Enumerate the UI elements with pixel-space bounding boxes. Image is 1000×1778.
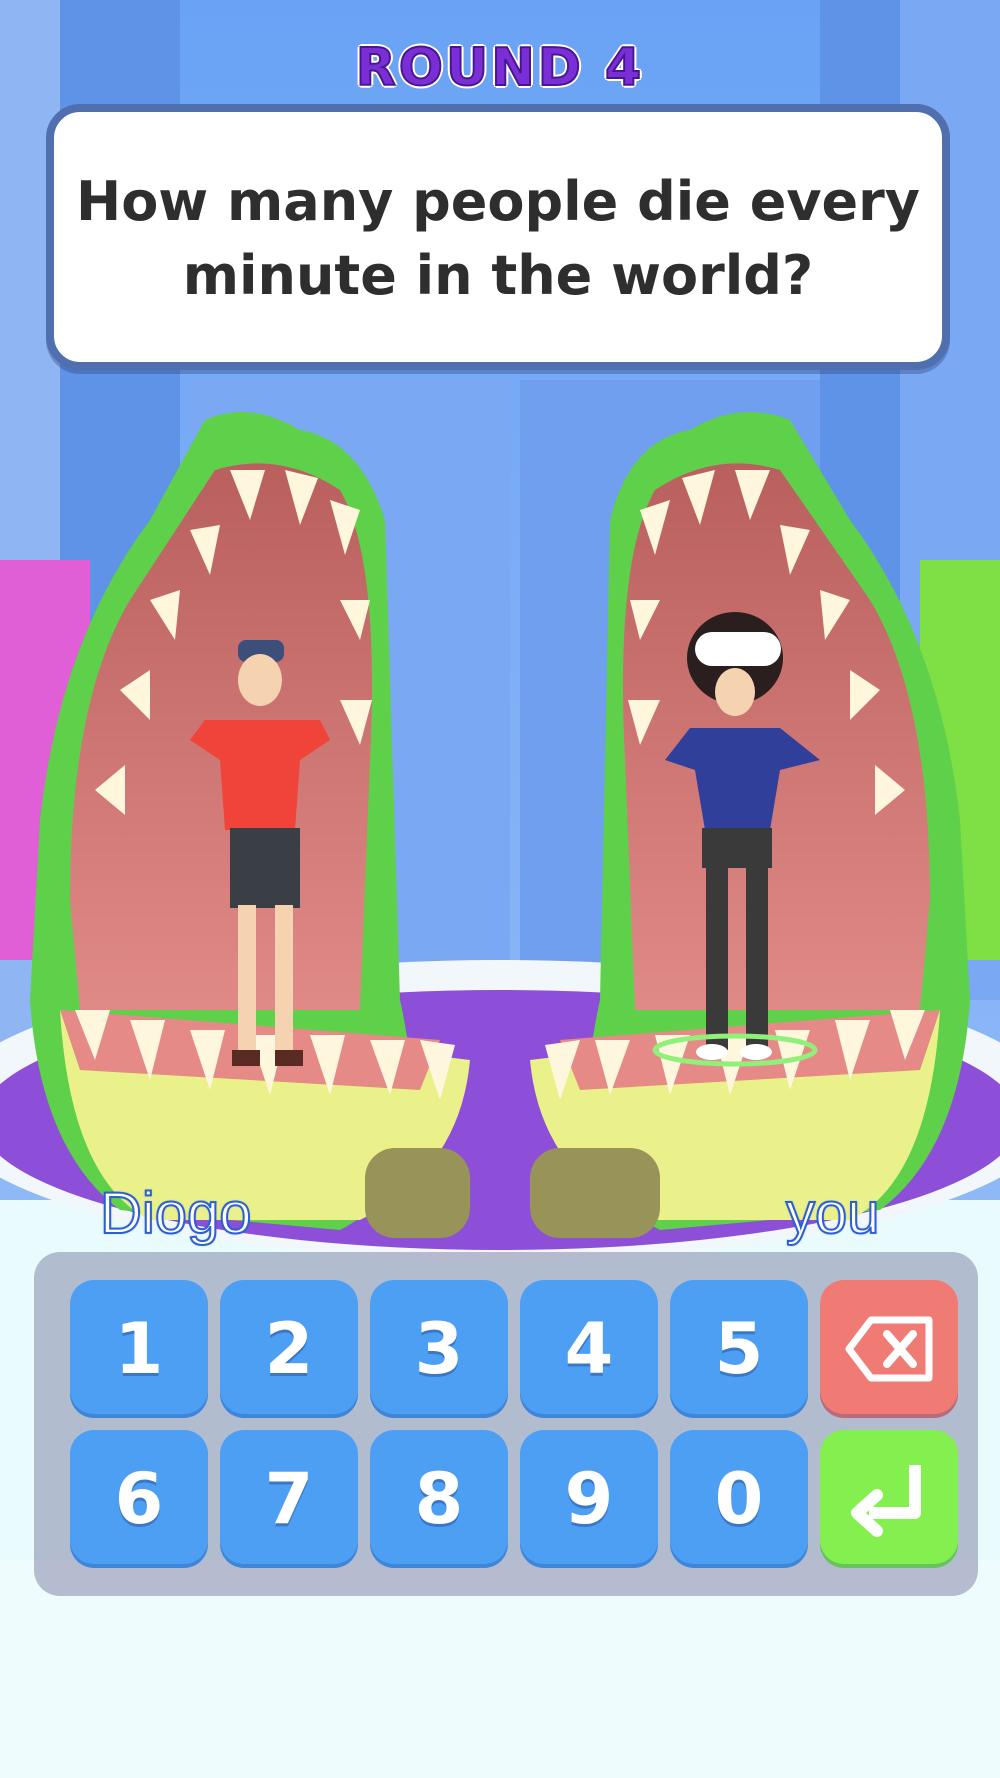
backspace-icon <box>845 1316 933 1382</box>
key-8[interactable]: 8 <box>370 1430 508 1568</box>
opponent-name: Diogo <box>99 1180 253 1247</box>
key-6[interactable]: 6 <box>70 1430 208 1568</box>
delete-button[interactable] <box>820 1280 958 1418</box>
key-0[interactable]: 0 <box>670 1430 808 1568</box>
key-1[interactable]: 1 <box>70 1280 208 1418</box>
key-2[interactable]: 2 <box>220 1280 358 1418</box>
question-card: How many people die every minute in the … <box>46 104 950 370</box>
number-keypad: 1 2 3 4 5 6 7 8 9 0 <box>34 1252 978 1596</box>
empty-speech-bubble <box>695 632 781 666</box>
key-5[interactable]: 5 <box>670 1280 808 1418</box>
key-4[interactable]: 4 <box>520 1280 658 1418</box>
enter-button[interactable] <box>820 1430 958 1568</box>
key-9[interactable]: 9 <box>520 1430 658 1568</box>
player-name: you <box>785 1180 881 1247</box>
question-text: How many people die every minute in the … <box>76 170 920 307</box>
key-3[interactable]: 3 <box>370 1280 508 1418</box>
key-7[interactable]: 7 <box>220 1430 358 1568</box>
round-title: ROUND 4 <box>355 37 645 99</box>
enter-icon <box>851 1465 921 1537</box>
